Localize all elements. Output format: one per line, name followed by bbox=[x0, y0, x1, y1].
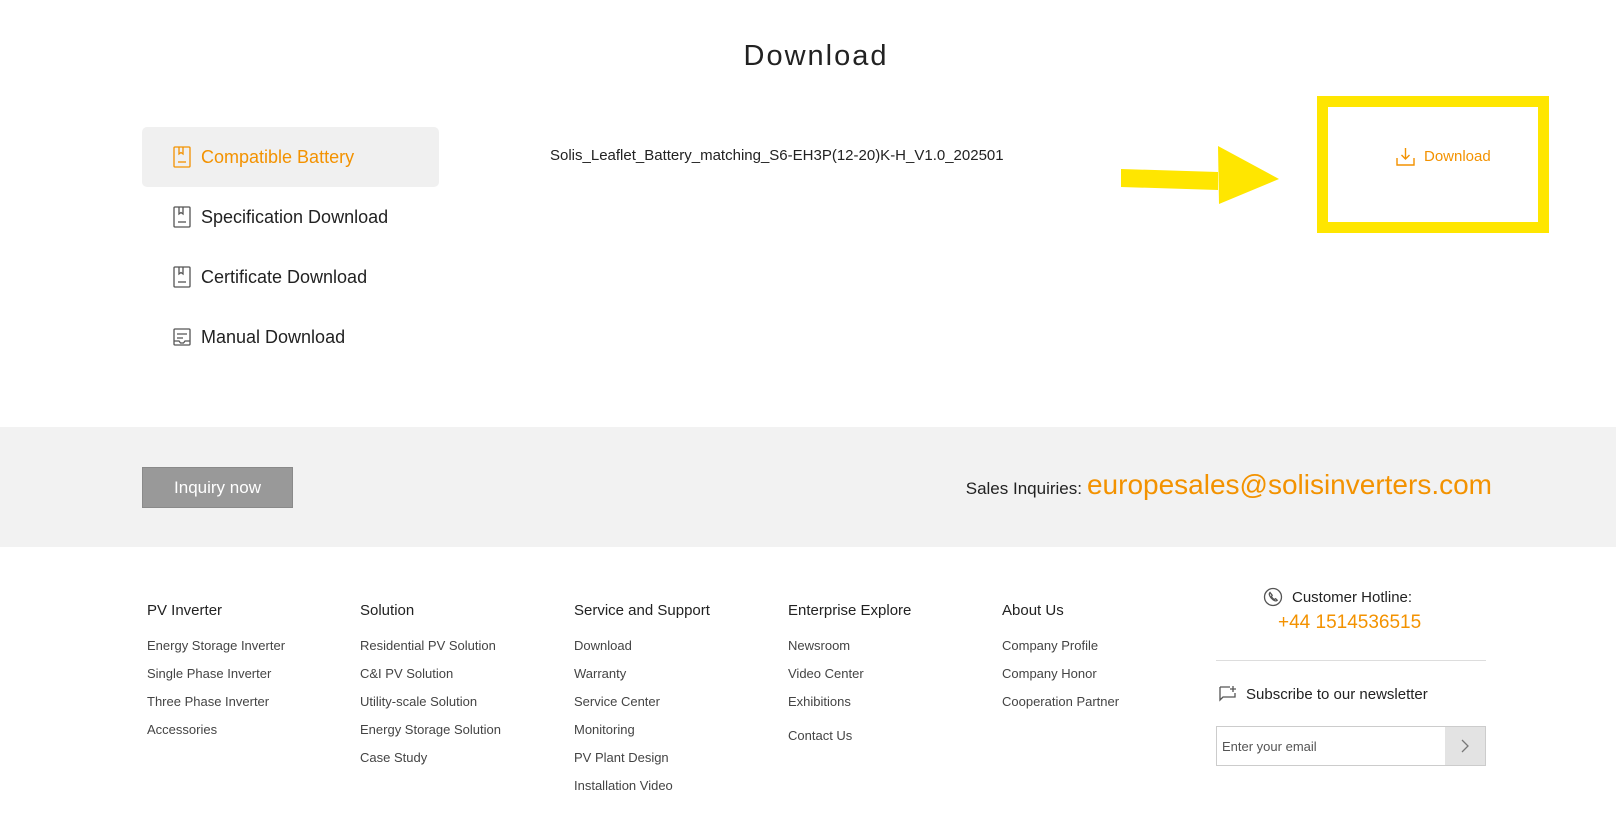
phone-icon bbox=[1263, 587, 1283, 607]
footer-link[interactable]: Company Honor bbox=[1002, 664, 1119, 692]
footer-link[interactable]: Three Phase Inverter bbox=[147, 692, 285, 720]
newsletter-heading: Subscribe to our newsletter bbox=[1218, 685, 1428, 704]
footer-link[interactable]: Monitoring bbox=[574, 720, 710, 748]
download-button[interactable]: Download bbox=[1395, 146, 1491, 167]
hotline-number: +44 1514536515 bbox=[1278, 612, 1422, 633]
footer-link[interactable]: PV Plant Design bbox=[574, 748, 710, 776]
nav-item-manual-download[interactable]: Manual Download bbox=[142, 307, 439, 367]
footer-link[interactable]: Company Profile bbox=[1002, 636, 1119, 664]
inquiry-now-button[interactable]: Inquiry now bbox=[142, 467, 293, 508]
newsletter-icon bbox=[1219, 686, 1236, 702]
chevron-right-icon bbox=[1461, 739, 1469, 753]
document-icon bbox=[173, 266, 191, 288]
document-icon bbox=[173, 146, 191, 168]
newsletter-label: Subscribe to our newsletter bbox=[1246, 686, 1428, 703]
footer-link[interactable]: Cooperation Partner bbox=[1002, 692, 1119, 720]
sales-inquiries: Sales Inquiries: europesales@solisinvert… bbox=[966, 469, 1492, 501]
newsletter-form bbox=[1216, 726, 1486, 766]
footer-heading: Solution bbox=[360, 602, 415, 619]
hotline-label: Customer Hotline: bbox=[1292, 588, 1413, 606]
footer-link[interactable]: Energy Storage Inverter bbox=[147, 636, 285, 664]
footer-link[interactable]: Case Study bbox=[360, 748, 501, 776]
footer-link[interactable]: Newsroom bbox=[788, 636, 911, 664]
subscribe-button[interactable] bbox=[1445, 727, 1485, 765]
footer-heading: Service and Support bbox=[574, 602, 710, 619]
download-icon bbox=[1396, 148, 1415, 166]
divider bbox=[1216, 660, 1486, 661]
nav-item-certificate-download[interactable]: Certificate Download bbox=[142, 247, 439, 307]
footer-heading: Enterprise Explore bbox=[788, 602, 912, 619]
footer-heading: PV Inverter bbox=[147, 602, 223, 619]
footer-column-solution: Solution Residential PV Solution C&I PV … bbox=[360, 602, 501, 776]
footer-column-service-support: Service and Support Download Warranty Se… bbox=[574, 602, 710, 804]
footer-link[interactable]: Residential PV Solution bbox=[360, 636, 501, 664]
footer-link[interactable]: Energy Storage Solution bbox=[360, 720, 501, 748]
nav-item-label: Certificate Download bbox=[201, 266, 368, 287]
contact-us-link[interactable]: Contact Us bbox=[788, 726, 911, 754]
footer-link[interactable]: Download bbox=[574, 636, 710, 664]
footer-link[interactable]: Utility-scale Solution bbox=[360, 692, 501, 720]
footer-link[interactable]: Installation Video bbox=[574, 776, 710, 804]
download-category-nav: Compatible Battery Specification Downloa… bbox=[142, 127, 439, 367]
arrow-annotation bbox=[1121, 146, 1279, 204]
email-input[interactable] bbox=[1217, 727, 1445, 765]
footer-column-about-us: About Us Company Profile Company Honor C… bbox=[1002, 602, 1119, 720]
footer-heading: About Us bbox=[1002, 602, 1064, 619]
nav-item-label: Compatible Battery bbox=[201, 146, 355, 167]
footer-link[interactable]: Service Center bbox=[574, 692, 710, 720]
footer-link[interactable]: C&I PV Solution bbox=[360, 664, 501, 692]
footer-link[interactable]: Accessories bbox=[147, 720, 285, 748]
page-title: Download bbox=[743, 40, 889, 72]
footer-link[interactable]: Single Phase Inverter bbox=[147, 664, 285, 692]
file-name: Solis_Leaflet_Battery_matching_S6-EH3P(1… bbox=[550, 147, 1004, 164]
manual-icon bbox=[173, 326, 191, 348]
customer-hotline: Customer Hotline: bbox=[1263, 587, 1412, 607]
footer-column-pv-inverter: PV Inverter Energy Storage Inverter Sing… bbox=[147, 602, 285, 748]
download-label: Download bbox=[1424, 148, 1491, 165]
document-icon bbox=[173, 206, 191, 228]
nav-item-label: Specification Download bbox=[201, 206, 389, 227]
inquiry-band: Inquiry now Sales Inquiries: europesales… bbox=[0, 427, 1616, 547]
sales-label: Sales Inquiries: bbox=[965, 479, 1082, 498]
footer-column-enterprise-explore: Enterprise Explore Newsroom Video Center… bbox=[788, 602, 911, 754]
nav-item-specification-download[interactable]: Specification Download bbox=[142, 187, 439, 247]
nav-item-label: Manual Download bbox=[201, 326, 346, 347]
nav-item-compatible-battery[interactable]: Compatible Battery bbox=[142, 127, 439, 187]
sales-email-link[interactable]: europesales@solisinverters.com bbox=[1087, 469, 1492, 501]
footer-link[interactable]: Video Center bbox=[788, 664, 911, 692]
footer-link[interactable]: Warranty bbox=[574, 664, 710, 692]
footer-link[interactable]: Exhibitions bbox=[788, 692, 911, 720]
footer: PV Inverter Energy Storage Inverter Sing… bbox=[0, 547, 1616, 827]
